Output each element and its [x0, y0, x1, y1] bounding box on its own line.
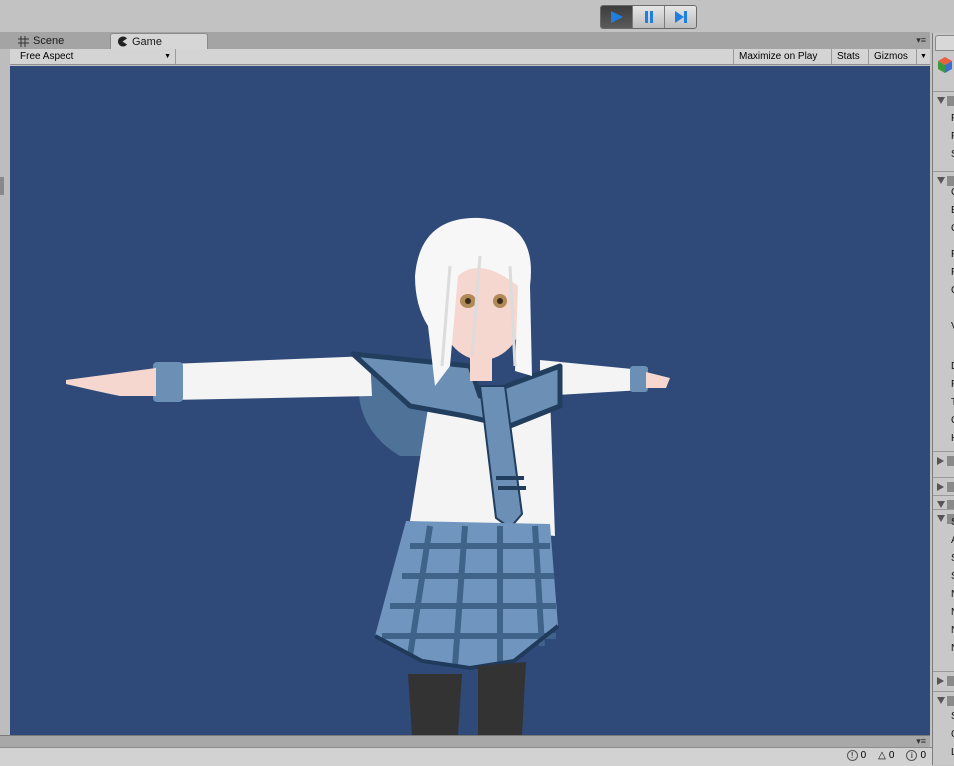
- foldout-triangle-icon[interactable]: [937, 677, 944, 685]
- inspector-field-row: S: [933, 551, 954, 568]
- component-icon: [947, 482, 954, 492]
- warning-count: 0: [888, 750, 895, 761]
- foldout-triangle-icon[interactable]: [937, 177, 945, 184]
- tab-game-label: Game: [132, 35, 162, 48]
- component-header[interactable]: [933, 479, 954, 496]
- inspector-field-row: S: [933, 709, 954, 726]
- step-icon: [674, 11, 687, 23]
- chevron-down-icon: ▼: [920, 53, 927, 60]
- foldout-triangle-icon[interactable]: [937, 501, 945, 508]
- tab-scene[interactable]: Scene: [12, 33, 108, 49]
- maximize-label: Maximize on Play: [739, 51, 818, 62]
- gameobject-cube-icon: [938, 57, 952, 73]
- inspector-field-row: S: [933, 147, 954, 164]
- inspector-field-row: A: [933, 533, 954, 550]
- game-viewport[interactable]: [10, 66, 930, 735]
- game-view-toolbar: Free Aspect ▼ Maximize on Play Stats Giz…: [10, 49, 930, 65]
- chevron-down-icon: ▼: [164, 53, 171, 60]
- top-toolbar: [0, 0, 954, 33]
- tab-game[interactable]: Game: [110, 33, 208, 49]
- left-panel-edge: [0, 49, 10, 735]
- component-icon: [947, 696, 954, 706]
- inspector-field-row: V: [933, 319, 954, 336]
- component-icon: [947, 96, 954, 106]
- inspector-field-row: S: [933, 569, 954, 586]
- foldout-triangle-icon[interactable]: [937, 457, 944, 465]
- component-divider: [933, 477, 954, 478]
- left-scroll-handle[interactable]: [0, 177, 4, 195]
- inspector-field-row: F: [933, 129, 954, 146]
- inspector-field-row: N: [933, 641, 954, 658]
- inspector-field-row: H: [933, 431, 954, 448]
- warning-icon: △: [878, 750, 886, 761]
- inspector-field-row: L: [933, 745, 954, 762]
- inspector-field-row: F: [933, 377, 954, 394]
- foldout-triangle-icon[interactable]: [937, 697, 945, 704]
- tab-menu-icon[interactable]: ▾≡: [916, 35, 926, 46]
- foldout-triangle-icon[interactable]: [937, 97, 945, 104]
- error-counter[interactable]: ! 0: [846, 750, 867, 761]
- inspector-field-row: F: [933, 265, 954, 282]
- stats-label: Stats: [837, 51, 860, 62]
- inspector-field-row: C: [933, 221, 954, 238]
- component-divider: [933, 509, 954, 510]
- pause-button[interactable]: [633, 6, 665, 28]
- warning-counter[interactable]: △ 0: [878, 750, 894, 761]
- error-icon: !: [846, 750, 858, 761]
- inspector-field-row: S: [933, 515, 954, 532]
- aspect-dropdown[interactable]: Free Aspect ▼: [16, 49, 176, 64]
- grid-icon: [18, 35, 29, 47]
- inspector-field-row: C: [933, 727, 954, 744]
- inspector-field-row: N: [933, 605, 954, 622]
- tab-scene-label: Scene: [33, 35, 65, 47]
- component-divider: [933, 495, 954, 496]
- inspector-field-row: C: [933, 413, 954, 430]
- play-button[interactable]: [601, 6, 633, 28]
- component-header[interactable]: [933, 673, 954, 690]
- component-divider: [933, 451, 954, 452]
- inspector-field-row: F: [933, 247, 954, 264]
- stats-toggle[interactable]: Stats: [831, 49, 868, 64]
- component-divider: [933, 171, 954, 172]
- inspector-field-row: T: [933, 395, 954, 412]
- gizmos-label: Gizmos: [874, 51, 908, 62]
- component-icon: [947, 456, 954, 466]
- inspector-field-row: N: [933, 587, 954, 604]
- inspector-field-row: C: [933, 283, 954, 300]
- message-count: 0: [920, 750, 926, 761]
- pause-icon: [644, 11, 653, 23]
- gizmos-dropdown[interactable]: ▼: [916, 49, 930, 64]
- inspector-panel-edge: FFSCECFFCVDFTCHSASSNNNNSCL: [932, 33, 954, 765]
- pacman-icon: [118, 36, 127, 47]
- info-icon: i: [906, 750, 918, 761]
- view-tab-strip: Scene Game ▾≡: [0, 32, 930, 50]
- maximize-on-play-toggle[interactable]: Maximize on Play: [733, 49, 831, 64]
- console-status-bar: ! 0 △ 0 i 0: [0, 747, 932, 766]
- message-counter[interactable]: i 0: [906, 750, 926, 761]
- component-icon: [947, 676, 954, 686]
- step-button[interactable]: [665, 6, 696, 28]
- character-model: [66, 217, 670, 735]
- component-header[interactable]: [933, 93, 954, 110]
- error-count: 0: [860, 750, 867, 761]
- console-counters: ! 0 △ 0 i 0: [846, 750, 926, 761]
- play-controls: [600, 5, 697, 29]
- component-divider: [933, 91, 954, 92]
- component-divider: [933, 691, 954, 692]
- component-header[interactable]: [933, 693, 954, 710]
- inspector-field-row: C: [933, 185, 954, 202]
- inspector-field-row: F: [933, 111, 954, 128]
- inspector-field-row: N: [933, 623, 954, 640]
- component-header[interactable]: [933, 453, 954, 470]
- inspector-field-row: D: [933, 359, 954, 376]
- bottom-tab-menu-icon[interactable]: ▾≡: [916, 736, 926, 747]
- play-icon: [610, 11, 623, 23]
- foldout-triangle-icon[interactable]: [937, 483, 944, 491]
- inspector-field-row: E: [933, 203, 954, 220]
- inspector-tab[interactable]: [935, 35, 954, 51]
- aspect-value: Free Aspect: [20, 51, 74, 62]
- component-divider: [933, 671, 954, 672]
- gizmos-toggle[interactable]: Gizmos: [868, 49, 916, 64]
